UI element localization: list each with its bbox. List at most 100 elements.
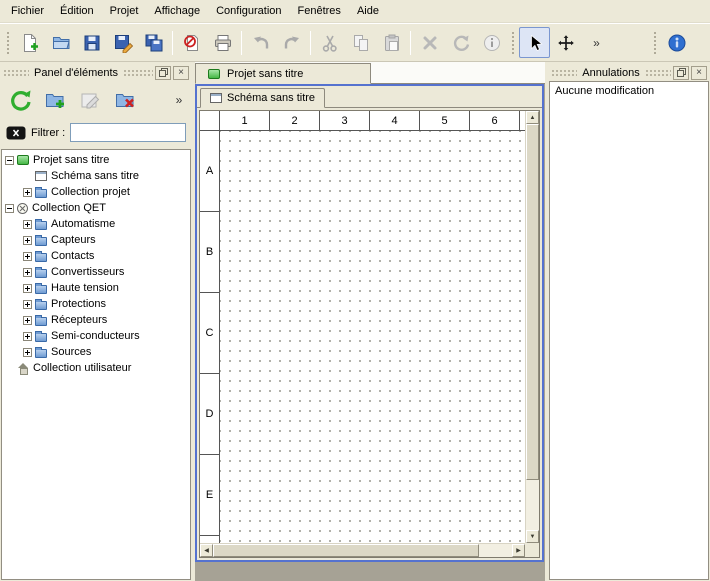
folder-icon — [35, 269, 47, 278]
tree-item-recepteurs[interactable]: Récepteurs — [2, 312, 190, 328]
undo-panel-float-button[interactable] — [673, 66, 689, 80]
tree-item-collection-qet[interactable]: Collection QET — [2, 200, 190, 216]
tree-item-convertisseurs[interactable]: Convertisseurs — [2, 264, 190, 280]
save-icon — [82, 33, 102, 53]
filter-input[interactable] — [70, 123, 186, 142]
save-button[interactable] — [76, 27, 107, 58]
tree-item-schema-sans-titre[interactable]: Schéma sans titre — [2, 168, 190, 184]
vertical-scrollbar[interactable]: ▲ ▼ — [525, 111, 539, 543]
menu-edition[interactable]: Édition — [52, 2, 102, 20]
scroll-up-button[interactable]: ▲ — [526, 111, 539, 124]
vertical-scroll-track[interactable] — [526, 480, 539, 530]
folder-icon — [35, 189, 47, 198]
delete-element-button[interactable] — [110, 85, 140, 115]
collapse-expander-icon[interactable] — [5, 156, 14, 165]
horizontal-scroll-track[interactable] — [479, 544, 512, 557]
open-project-button[interactable] — [45, 27, 76, 58]
expand-expander-icon[interactable] — [23, 236, 32, 245]
expand-expander-icon[interactable] — [23, 252, 32, 261]
about-button[interactable] — [661, 27, 692, 58]
tree-item-projet-sans-titre[interactable]: Projet sans titre — [2, 152, 190, 168]
undo-panel-titlebar[interactable]: Annulations × — [548, 64, 710, 81]
dock-grip[interactable] — [3, 69, 29, 77]
print-button[interactable] — [207, 27, 238, 58]
menu-configuration[interactable]: Configuration — [208, 2, 289, 20]
expand-expander-icon[interactable] — [23, 332, 32, 341]
cut-icon — [320, 33, 340, 53]
tree-item-semi-conducteurs[interactable]: Semi-conducteurs — [2, 328, 190, 344]
expand-expander-icon[interactable] — [23, 316, 32, 325]
move-mode-button[interactable] — [550, 27, 581, 58]
elements-panel-titlebar[interactable]: Panel d'éléments × — [0, 64, 192, 81]
scroll-right-button[interactable]: ▶ — [512, 544, 525, 557]
expand-expander-icon[interactable] — [23, 348, 32, 357]
vertical-scroll-thumb[interactable] — [526, 124, 539, 480]
edit-element-button[interactable] — [75, 85, 105, 115]
reload-collections-button[interactable] — [5, 85, 35, 115]
rotate-button[interactable] — [445, 27, 476, 58]
tree-item-collection-utilisateur[interactable]: Collection utilisateur — [2, 360, 190, 376]
toolbar-overflow-button[interactable]: » — [581, 27, 612, 58]
new-document-button[interactable] — [14, 27, 45, 58]
horizontal-scrollbar[interactable]: ◀ ▶ — [200, 543, 525, 557]
clear-filter-button[interactable] — [6, 126, 26, 140]
tree-item-label: Collection projet — [47, 186, 130, 198]
dock-grip[interactable] — [551, 69, 577, 77]
schema-canvas[interactable] — [220, 131, 525, 543]
ruler-column-label: 4 — [370, 111, 420, 130]
mdi-area: Projet sans titre Schéma sans titre 1 — [195, 62, 545, 581]
menu-fichier[interactable]: Fichier — [3, 2, 52, 20]
new-element-button[interactable] — [40, 85, 70, 115]
undo-button[interactable] — [245, 27, 276, 58]
tree-item-sources[interactable]: Sources — [2, 344, 190, 360]
tree-item-label: Convertisseurs — [47, 266, 124, 278]
panel-overflow-button[interactable]: » — [171, 85, 187, 115]
dock-grip[interactable] — [645, 69, 671, 77]
toolbar-grip[interactable] — [653, 31, 657, 55]
menu-fenetres[interactable]: Fenêtres — [290, 2, 349, 20]
tree-item-collection-projet[interactable]: Collection projet — [2, 184, 190, 200]
tree-item-contacts[interactable]: Contacts — [2, 248, 190, 264]
undo-history-list[interactable]: Aucune modification — [549, 81, 709, 580]
selection-mode-button[interactable] — [519, 27, 550, 58]
elements-panel-close-button[interactable]: × — [173, 66, 189, 80]
rotate-icon — [451, 33, 471, 53]
ruler-column-label: 3 — [320, 111, 370, 130]
project-tab[interactable]: Projet sans titre — [195, 63, 371, 84]
tree-item-label: Projet sans titre — [29, 154, 109, 166]
selection-cursor-icon — [525, 33, 545, 53]
tree-item-capteurs[interactable]: Capteurs — [2, 232, 190, 248]
save-as-button[interactable] — [107, 27, 138, 58]
elements-panel-float-button[interactable] — [155, 66, 171, 80]
scroll-left-button[interactable]: ◀ — [200, 544, 213, 557]
collapse-expander-icon[interactable] — [5, 204, 14, 213]
dock-grip[interactable] — [123, 69, 153, 77]
close-document-button[interactable] — [176, 27, 207, 58]
toolbar-grip[interactable] — [511, 31, 515, 55]
cut-button[interactable] — [314, 27, 345, 58]
tree-item-haute-tension[interactable]: Haute tension — [2, 280, 190, 296]
undo-panel-close-button[interactable]: × — [691, 66, 707, 80]
expand-expander-icon[interactable] — [23, 284, 32, 293]
expand-expander-icon[interactable] — [23, 188, 32, 197]
copy-button[interactable] — [345, 27, 376, 58]
menu-affichage[interactable]: Affichage — [146, 2, 208, 20]
tree-item-automatisme[interactable]: Automatisme — [2, 216, 190, 232]
expand-expander-icon[interactable] — [23, 300, 32, 309]
expand-expander-icon[interactable] — [23, 268, 32, 277]
expand-expander-icon[interactable] — [23, 220, 32, 229]
information-button[interactable] — [476, 27, 507, 58]
save-all-button[interactable] — [138, 27, 169, 58]
scroll-down-button[interactable]: ▼ — [526, 530, 539, 543]
toolbar-grip[interactable] — [6, 31, 10, 55]
horizontal-scroll-thumb[interactable] — [213, 544, 479, 557]
menu-projet[interactable]: Projet — [102, 2, 147, 20]
menu-aide[interactable]: Aide — [349, 2, 387, 20]
delete-button[interactable] — [414, 27, 445, 58]
schema-tab[interactable]: Schéma sans titre — [200, 88, 325, 108]
redo-button[interactable] — [276, 27, 307, 58]
reload-collections-icon — [8, 88, 32, 112]
tree-item-protections[interactable]: Protections — [2, 296, 190, 312]
paste-button[interactable] — [376, 27, 407, 58]
print-icon — [213, 33, 233, 53]
